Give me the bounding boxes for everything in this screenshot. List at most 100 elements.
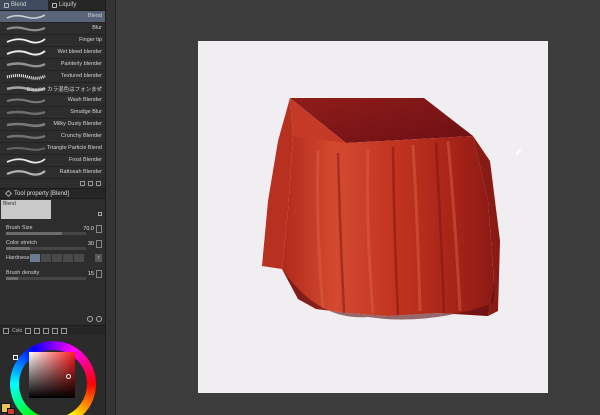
lock-icon[interactable] [98, 212, 102, 216]
brush-item-triangle-particle-blend[interactable]: Triangle Particle Blend [0, 143, 105, 155]
color-stretch-slider[interactable] [6, 247, 86, 250]
brush-item-rattosah-blender[interactable]: Rattosah Blender [0, 167, 105, 179]
color-history-tab-icon[interactable] [61, 327, 68, 334]
hardness-property: Hardness › [0, 253, 105, 268]
tab-blend[interactable]: Blend [0, 0, 48, 10]
settings-icon[interactable] [87, 316, 93, 322]
brush-item-crunchy-blender[interactable]: Crunchy Blender [0, 131, 105, 143]
brush-stroke-preview [6, 158, 46, 164]
brush-density-fill [6, 277, 18, 280]
brush-label: Blend [87, 13, 102, 19]
brush-item-finger-tip[interactable]: Finger tip [0, 35, 105, 47]
reset-icon[interactable] [96, 316, 102, 322]
color-wheel-tab-icon[interactable] [3, 327, 9, 334]
brush-stroke-preview [6, 122, 46, 128]
brush-size-value[interactable]: 70.0 [83, 226, 94, 232]
draped-cloth-painting [262, 98, 521, 320]
brush-density-spinner[interactable] [96, 270, 102, 278]
hardness-step[interactable] [52, 254, 62, 262]
tool-preset-tile[interactable]: Blend [1, 200, 51, 219]
delete-brush-icon[interactable] [96, 181, 101, 186]
color-set-tab-icon[interactable] [25, 327, 32, 334]
brush-label: Crunchy Blender [61, 133, 102, 139]
tool-property-footer [0, 314, 105, 324]
hue-cursor[interactable] [13, 355, 18, 360]
approximate-color-tab-icon[interactable] [52, 327, 59, 334]
brush-size-label: Brush Size [6, 225, 33, 231]
brush-density-label: Brush density [6, 270, 40, 276]
brush-item-wet-bleed-blender[interactable]: Wet bleed blender [0, 47, 105, 59]
brush-label: Blur [92, 25, 102, 31]
brush-density-slider[interactable] [6, 277, 86, 280]
canvas-paper[interactable] [198, 41, 548, 393]
brush-label: Smudge Blur [70, 109, 102, 115]
brush-stroke-preview [6, 98, 46, 104]
brush-item-wash-blender[interactable]: Wash Blender [0, 95, 105, 107]
brush-size-slider[interactable] [6, 232, 86, 235]
color-stretch-label: Color stretch [6, 240, 38, 246]
brush-stroke-preview [6, 62, 46, 68]
brush-item-blur[interactable]: Blur [0, 23, 105, 35]
brush-item-milky-dusty-blender[interactable]: Milky Dusty Blender [0, 119, 105, 131]
brush-label: Textured blender [61, 73, 102, 79]
sv-cursor[interactable] [66, 374, 71, 379]
brush-label: Rattosah Blender [59, 169, 103, 175]
canvas-area[interactable] [116, 0, 600, 415]
color-slider-tab-icon[interactable] [34, 327, 41, 334]
brush-stroke-preview [6, 14, 46, 19]
tool-property-header: Tool property [Blend] [0, 189, 105, 199]
brush-size-property: Brush Size 70.0 [0, 223, 105, 238]
brush-item-frost-blender[interactable]: Frost Blender [0, 155, 105, 167]
color-stretch-spinner[interactable] [96, 240, 102, 248]
brush-item-blend[interactable]: Blend [0, 11, 105, 23]
duplicate-brush-icon[interactable] [88, 181, 93, 186]
hardness-selector[interactable] [30, 254, 84, 262]
color-stretch-fill [6, 247, 30, 250]
brush-label: Wet bleed blender [57, 49, 102, 55]
brush-label: Frost Blender [68, 157, 102, 163]
brush-list: Blend Blur Finger tip Wet bleed blender … [0, 11, 105, 179]
color-panel-title: Colo [12, 327, 23, 334]
tab-liquify-label: Liquify [59, 2, 77, 8]
color-stretch-property: Color stretch 30 [0, 238, 105, 253]
blend-tool-icon [4, 2, 9, 8]
brush-label: Wash Blender [67, 97, 102, 103]
tool-preset-area: Blend [0, 199, 105, 223]
brush-label: Triangle Particle Blend [46, 145, 102, 151]
brush-label: Blender カラ混色はフォンまぜ [26, 87, 102, 93]
new-brush-icon[interactable] [80, 181, 85, 186]
color-panel-header: Colo [0, 326, 105, 335]
intermediate-color-tab-icon[interactable] [43, 327, 50, 334]
brush-stroke-preview [6, 38, 46, 44]
brush-label: Milky Dusty Blender [53, 121, 102, 127]
brush-density-property: Brush density 15 [0, 268, 105, 283]
hardness-step[interactable] [30, 254, 40, 262]
left-panel: Blend Liquify Blend Blur Finger tip Wet … [0, 0, 106, 415]
brush-stroke-preview [6, 26, 46, 32]
hardness-step[interactable] [41, 254, 51, 262]
color-stretch-value[interactable]: 30 [88, 241, 94, 247]
brush-item-smudge-blur[interactable]: Smudge Blur [0, 107, 105, 119]
brush-label: Finger tip [79, 37, 102, 43]
tab-blend-label: Blend [11, 2, 27, 8]
tool-property-icon [4, 189, 13, 198]
brush-size-fill [6, 232, 62, 235]
hardness-step[interactable] [63, 254, 73, 262]
subtool-tabs: Blend Liquify [0, 0, 105, 11]
brush-stroke-preview [6, 147, 46, 151]
chevron-right-icon[interactable]: › [95, 254, 102, 262]
brush-stroke-preview [6, 74, 46, 80]
hardness-step[interactable] [74, 254, 84, 262]
tab-liquify[interactable]: Liquify [48, 0, 80, 10]
tool-property-title: Tool property [Blend] [14, 190, 70, 197]
brush-density-value[interactable]: 15 [88, 271, 94, 277]
tool-preset-label: Blend [3, 201, 16, 207]
brush-label: Painterly blender [60, 61, 102, 67]
liquify-tool-icon [52, 2, 57, 8]
brush-item-painterly-blender[interactable]: Painterly blender [0, 59, 105, 71]
brush-size-spinner[interactable] [96, 225, 102, 233]
brush-stroke-preview [6, 110, 46, 115]
brush-item-textured-blender[interactable]: Textured blender [0, 71, 105, 83]
background-color-swatch[interactable] [7, 408, 15, 415]
brush-item-fon-mix-blender[interactable]: Blender カラ混色はフォンまぜ [0, 83, 105, 95]
